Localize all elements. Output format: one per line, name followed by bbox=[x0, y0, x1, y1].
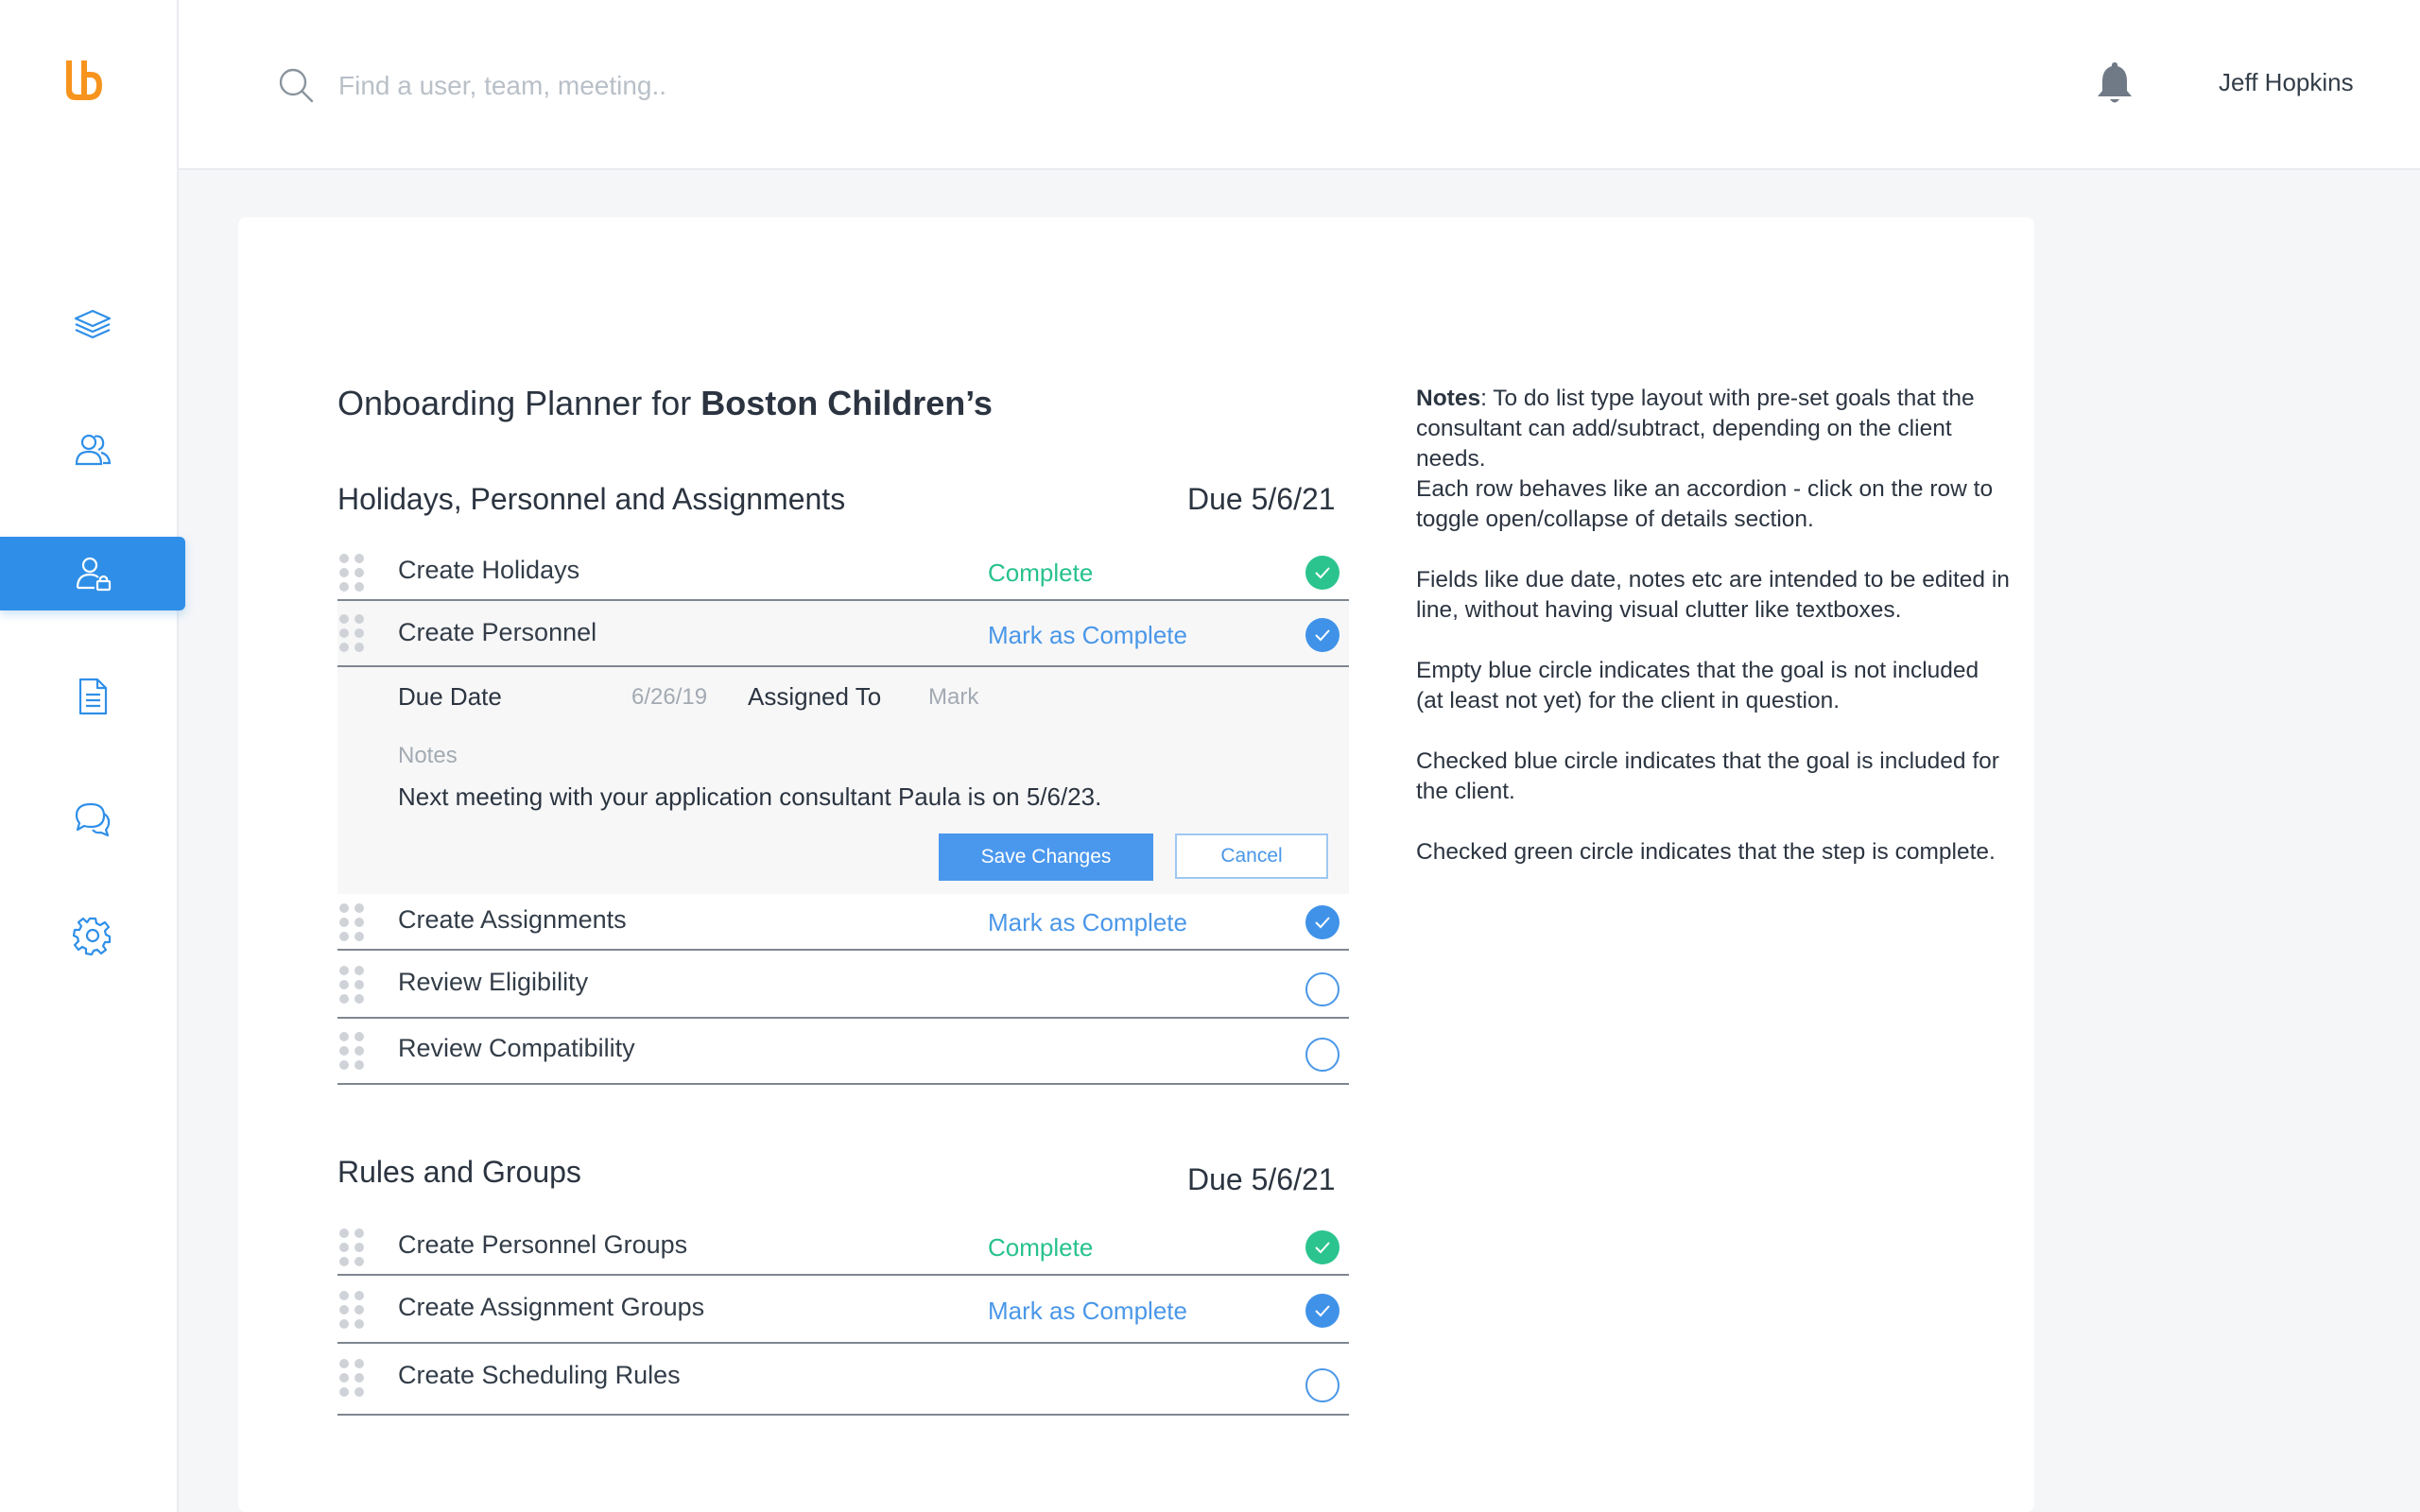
goal-row-create-holidays[interactable]: Create Holidays Complete bbox=[337, 544, 1349, 601]
search-icon bbox=[279, 68, 314, 103]
document-icon bbox=[78, 678, 108, 715]
due-date-value[interactable]: 6/26/19 bbox=[631, 684, 707, 711]
user-lock-icon bbox=[76, 557, 112, 592]
goal-label: Review Eligibility bbox=[398, 968, 589, 996]
sidebar-item-user-admin[interactable] bbox=[0, 537, 185, 610]
drag-handle-icon[interactable] bbox=[339, 1228, 364, 1266]
notes-paragraph: Checked green circle indicates that the … bbox=[1416, 839, 1996, 865]
goal-label: Create Personnel bbox=[398, 618, 597, 646]
user-name[interactable]: Jeff Hopkins bbox=[2219, 68, 2354, 97]
notes-paragraph: : To do list type layout with pre-set go… bbox=[1416, 386, 1975, 472]
drag-handle-icon[interactable] bbox=[339, 1359, 364, 1397]
client-name: Boston Children’s bbox=[700, 384, 993, 422]
drag-handle-icon[interactable] bbox=[339, 614, 364, 652]
planner-card: Onboarding Planner for Boston Children’s… bbox=[238, 217, 2034, 1512]
goal-row-create-scheduling-rules[interactable]: Create Scheduling Rules bbox=[337, 1344, 1349, 1416]
chat-icon bbox=[75, 802, 111, 837]
goal-row-create-assignment-groups[interactable]: Create Assignment Groups Mark as Complet… bbox=[337, 1276, 1349, 1344]
drag-handle-icon[interactable] bbox=[339, 1032, 364, 1070]
notes-heading: Notes bbox=[1416, 386, 1481, 411]
empty-blue-circle-icon[interactable] bbox=[1305, 972, 1340, 1006]
assigned-to-value[interactable]: Mark bbox=[928, 684, 978, 711]
check-icon bbox=[1315, 917, 1330, 929]
logo-icon[interactable] bbox=[62, 57, 106, 102]
checked-blue-circle-icon[interactable] bbox=[1305, 618, 1340, 652]
sidebar-item-teams[interactable] bbox=[0, 413, 185, 487]
mark-as-complete-link[interactable]: Mark as Complete bbox=[988, 908, 1187, 937]
status-complete-label: Complete bbox=[988, 558, 1094, 587]
goal-label: Create Assignment Groups bbox=[398, 1293, 705, 1321]
bell-icon[interactable] bbox=[2094, 59, 2135, 106]
page-title: Onboarding Planner for Boston Children’s bbox=[337, 384, 993, 423]
sidebar-item-settings[interactable] bbox=[0, 899, 185, 972]
goal-row-create-assignments[interactable]: Create Assignments Mark as Complete bbox=[337, 896, 1349, 951]
notes-paragraph: Empty blue circle indicates that the goa… bbox=[1416, 658, 1979, 713]
checked-blue-circle-icon[interactable] bbox=[1305, 1294, 1340, 1328]
goal-details-panel: Due Date 6/26/19 Assigned To Mark Notes … bbox=[337, 667, 1349, 894]
search-input[interactable] bbox=[337, 62, 908, 110]
drag-handle-icon[interactable] bbox=[339, 1291, 364, 1329]
checked-green-circle-icon[interactable] bbox=[1305, 1230, 1340, 1264]
goal-label: Create Holidays bbox=[398, 556, 580, 584]
check-icon bbox=[1315, 567, 1330, 579]
empty-blue-circle-icon[interactable] bbox=[1305, 1038, 1340, 1072]
goal-label: Create Assignments bbox=[398, 905, 627, 934]
drag-handle-icon[interactable] bbox=[339, 966, 364, 1004]
checked-blue-circle-icon[interactable] bbox=[1305, 905, 1340, 939]
sidebar-item-documents[interactable] bbox=[0, 660, 185, 733]
assigned-to-label: Assigned To bbox=[748, 682, 882, 711]
sidebar-item-messages[interactable] bbox=[0, 782, 185, 856]
mark-as-complete-link[interactable]: Mark as Complete bbox=[988, 1297, 1187, 1326]
layers-icon bbox=[74, 309, 112, 339]
sidebar bbox=[0, 0, 185, 1512]
section-due-date[interactable]: Due 5/6/21 bbox=[1187, 482, 1336, 517]
check-icon bbox=[1315, 1305, 1330, 1317]
design-notes: Notes: To do list type layout with pre-s… bbox=[1416, 384, 2012, 898]
goal-row-review-compatibility[interactable]: Review Compatibility bbox=[337, 1019, 1349, 1085]
save-changes-button[interactable]: Save Changes bbox=[939, 833, 1153, 881]
goal-row-create-personnel-groups[interactable]: Create Personnel Groups Complete bbox=[337, 1223, 1349, 1276]
users-icon bbox=[75, 434, 112, 466]
goal-row-review-eligibility[interactable]: Review Eligibility bbox=[337, 951, 1349, 1019]
drag-handle-icon[interactable] bbox=[339, 554, 364, 592]
gear-icon bbox=[72, 917, 112, 956]
top-bar: Jeff Hopkins bbox=[179, 0, 2420, 170]
section-due-date[interactable]: Due 5/6/21 bbox=[1187, 1162, 1336, 1197]
section-title[interactable]: Holidays, Personnel and Assignments bbox=[337, 482, 845, 517]
notes-text[interactable]: Next meeting with your application consu… bbox=[398, 782, 1101, 812]
goal-row-create-personnel[interactable]: Create Personnel Mark as Complete bbox=[337, 601, 1349, 667]
section-title[interactable]: Rules and Groups bbox=[337, 1155, 581, 1190]
status-complete-label: Complete bbox=[988, 1233, 1094, 1262]
check-icon bbox=[1315, 629, 1330, 642]
notes-paragraph: Checked blue circle indicates that the g… bbox=[1416, 748, 1999, 804]
title-prefix: Onboarding Planner for bbox=[337, 384, 701, 422]
sidebar-item-layers[interactable] bbox=[0, 287, 185, 361]
goal-label: Create Personnel Groups bbox=[398, 1230, 688, 1259]
due-date-label: Due Date bbox=[398, 682, 502, 711]
checked-green-circle-icon[interactable] bbox=[1305, 556, 1340, 590]
cancel-button[interactable]: Cancel bbox=[1175, 833, 1328, 879]
check-icon bbox=[1315, 1242, 1330, 1254]
empty-blue-circle-icon[interactable] bbox=[1305, 1368, 1340, 1402]
goal-label: Create Scheduling Rules bbox=[398, 1361, 681, 1389]
drag-handle-icon[interactable] bbox=[339, 903, 364, 941]
goal-label: Review Compatibility bbox=[398, 1034, 635, 1062]
notes-paragraph: Each row behaves like an accordion - cli… bbox=[1416, 476, 1994, 532]
notes-label: Notes bbox=[398, 743, 458, 768]
mark-as-complete-link[interactable]: Mark as Complete bbox=[988, 621, 1187, 650]
notes-paragraph: Fields like due date, notes etc are inte… bbox=[1416, 567, 2010, 623]
